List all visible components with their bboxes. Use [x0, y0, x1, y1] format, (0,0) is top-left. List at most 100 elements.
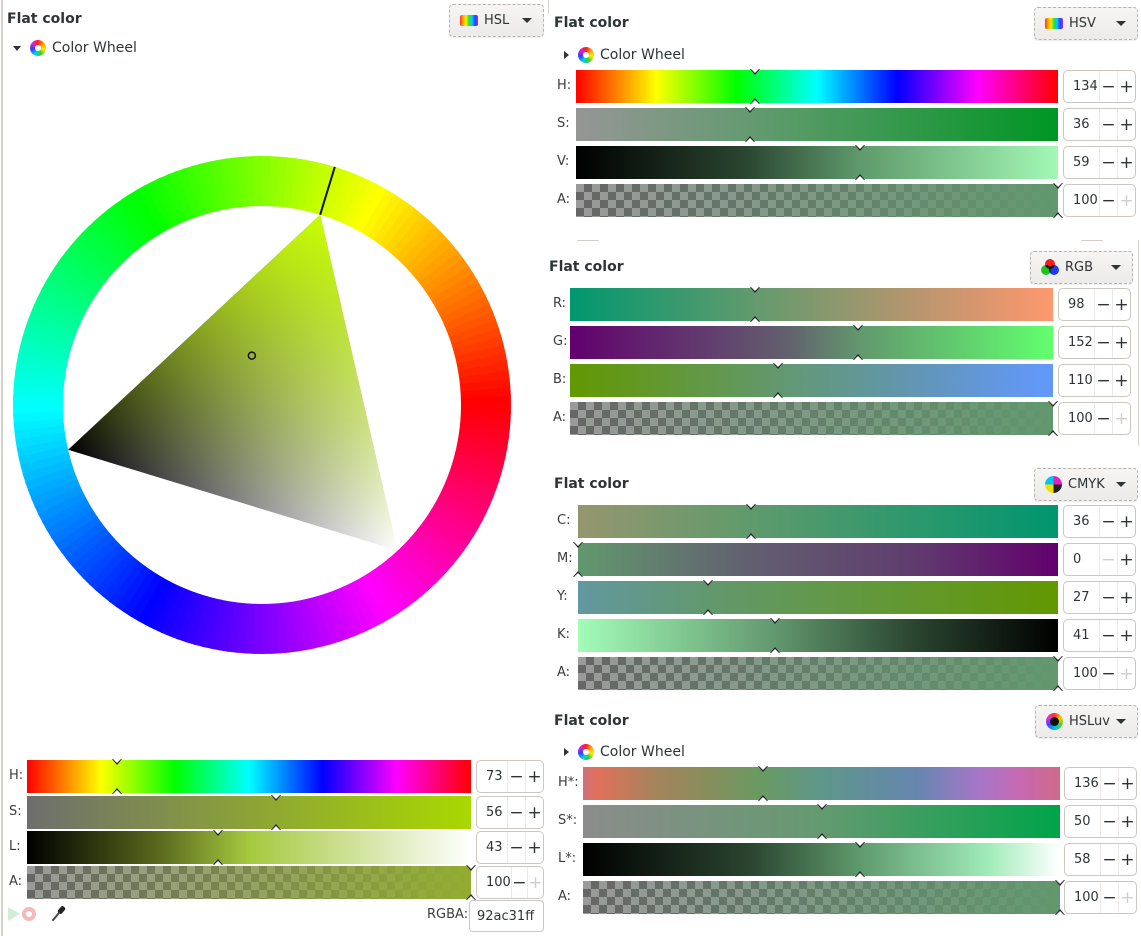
- increment-button[interactable]: +: [1112, 327, 1130, 358]
- slider-marker-bottom[interactable]: [271, 824, 281, 830]
- slider-marker-top[interactable]: [112, 759, 122, 765]
- slider-h[interactable]: [27, 759, 471, 794]
- spin-value[interactable]: 152: [1059, 327, 1094, 358]
- color-mode-dropdown[interactable]: RGB: [1030, 251, 1133, 284]
- slider-s[interactable]: [583, 804, 1060, 839]
- slider-marker-bottom[interactable]: [213, 859, 223, 865]
- slider-marker-top[interactable]: [746, 504, 756, 510]
- increment-button[interactable]: +: [1117, 185, 1135, 216]
- spin-value[interactable]: 50: [1065, 806, 1100, 837]
- spin-y[interactable]: 27− +: [1063, 581, 1136, 614]
- spin-value[interactable]: 36: [1064, 506, 1099, 537]
- slider-s[interactable]: [27, 795, 471, 830]
- increment-button[interactable]: +: [525, 832, 543, 863]
- spin-value[interactable]: 58: [1065, 844, 1100, 875]
- color-mode-dropdown[interactable]: HSV: [1034, 7, 1138, 40]
- spin-s[interactable]: 56− +: [476, 796, 544, 829]
- decrement-button[interactable]: −: [1094, 289, 1112, 320]
- decrement-button[interactable]: −: [1100, 844, 1118, 875]
- slider-marker-top[interactable]: [1048, 401, 1058, 407]
- increment-button[interactable]: +: [526, 867, 543, 898]
- decrement-button[interactable]: −: [507, 761, 525, 792]
- slider-marker-bottom[interactable]: [750, 98, 760, 104]
- slider-marker-bottom[interactable]: [855, 174, 865, 180]
- spin-h[interactable]: 134− +: [1063, 70, 1136, 103]
- slider-l[interactable]: [583, 842, 1060, 877]
- spin-value[interactable]: 136: [1065, 768, 1100, 799]
- slider-marker-top[interactable]: [770, 618, 780, 624]
- increment-button[interactable]: +: [1118, 768, 1136, 799]
- color-wheel-expander[interactable]: Color Wheel: [564, 47, 685, 63]
- slider-m[interactable]: [573, 542, 1058, 577]
- spin-value[interactable]: 59: [1064, 147, 1099, 178]
- decrement-button[interactable]: −: [1100, 768, 1118, 799]
- slider-marker-bottom[interactable]: [855, 871, 865, 877]
- slider-marker-top[interactable]: [271, 795, 281, 801]
- slider-marker-top[interactable]: [855, 842, 865, 848]
- slider-a[interactable]: [570, 401, 1058, 436]
- slider-marker-top[interactable]: [750, 69, 760, 75]
- slider-a[interactable]: [578, 656, 1063, 691]
- spin-value[interactable]: 73: [477, 761, 507, 792]
- spin-s[interactable]: 50− +: [1064, 805, 1137, 838]
- slider-a[interactable]: [27, 865, 476, 900]
- increment-button[interactable]: +: [1112, 365, 1130, 396]
- spin-v[interactable]: 59− +: [1063, 146, 1136, 179]
- spin-value[interactable]: 98: [1059, 289, 1094, 320]
- slider-marker-top[interactable]: [213, 830, 223, 836]
- spin-value[interactable]: 100: [1064, 185, 1099, 216]
- spin-value[interactable]: 134: [1064, 71, 1099, 102]
- slider-marker-top[interactable]: [466, 865, 476, 871]
- increment-button[interactable]: +: [1117, 582, 1135, 613]
- slider-marker-bottom[interactable]: [773, 392, 783, 398]
- slider-marker-top[interactable]: [1053, 183, 1063, 189]
- ring-selector-icon[interactable]: [22, 907, 36, 921]
- decrement-button[interactable]: −: [1094, 327, 1112, 358]
- slider-r[interactable]: [570, 287, 1053, 322]
- spin-a[interactable]: 100− +: [1064, 881, 1137, 914]
- increment-button[interactable]: +: [525, 761, 543, 792]
- spin-l[interactable]: 43− +: [476, 831, 544, 864]
- spin-value[interactable]: 43: [477, 832, 507, 863]
- increment-button[interactable]: +: [1117, 147, 1135, 178]
- slider-v[interactable]: [576, 145, 1058, 180]
- slider-marker-bottom[interactable]: [1053, 212, 1063, 218]
- spin-value[interactable]: 36: [1064, 109, 1099, 140]
- slider-h[interactable]: [576, 69, 1058, 104]
- increment-button[interactable]: +: [1117, 544, 1135, 575]
- decrement-button[interactable]: −: [1099, 147, 1117, 178]
- increment-button[interactable]: +: [1117, 620, 1135, 651]
- slider-marker-bottom[interactable]: [770, 647, 780, 653]
- decrement-button[interactable]: −: [507, 797, 525, 828]
- slider-marker-bottom[interactable]: [746, 533, 756, 539]
- spin-value[interactable]: 100: [1064, 658, 1099, 689]
- slider-marker-top[interactable]: [853, 325, 863, 331]
- increment-button[interactable]: +: [1118, 806, 1136, 837]
- spin-h[interactable]: 73− +: [476, 760, 544, 793]
- slider-c[interactable]: [578, 504, 1058, 539]
- slider-k[interactable]: [578, 618, 1058, 653]
- spin-value[interactable]: 100: [477, 867, 511, 898]
- decrement-button[interactable]: −: [1099, 506, 1117, 537]
- increment-button[interactable]: +: [1118, 844, 1136, 875]
- hue-ring-segment[interactable]: [460, 403, 511, 414]
- spin-value[interactable]: 100: [1059, 403, 1094, 434]
- spin-s[interactable]: 36− +: [1063, 108, 1136, 141]
- decrement-button[interactable]: −: [507, 832, 525, 863]
- spin-value[interactable]: 41: [1064, 620, 1099, 651]
- increment-button[interactable]: +: [1117, 71, 1135, 102]
- slider-marker-top[interactable]: [773, 363, 783, 369]
- slider-marker-bottom[interactable]: [1048, 430, 1058, 436]
- spin-a[interactable]: 100− +: [1058, 402, 1131, 435]
- decrement-button[interactable]: −: [1094, 365, 1112, 396]
- decrement-button[interactable]: −: [1099, 658, 1117, 689]
- slider-marker-top[interactable]: [817, 804, 827, 810]
- decrement-button[interactable]: −: [510, 867, 527, 898]
- rgba-input[interactable]: 92ac31ff: [469, 900, 544, 932]
- slider-marker-bottom[interactable]: [817, 833, 827, 839]
- spin-value[interactable]: 27: [1064, 582, 1099, 613]
- slider-marker-bottom[interactable]: [745, 136, 755, 142]
- increment-button[interactable]: +: [1117, 658, 1135, 689]
- slider-a[interactable]: [576, 183, 1063, 218]
- slider-marker-top[interactable]: [750, 287, 760, 293]
